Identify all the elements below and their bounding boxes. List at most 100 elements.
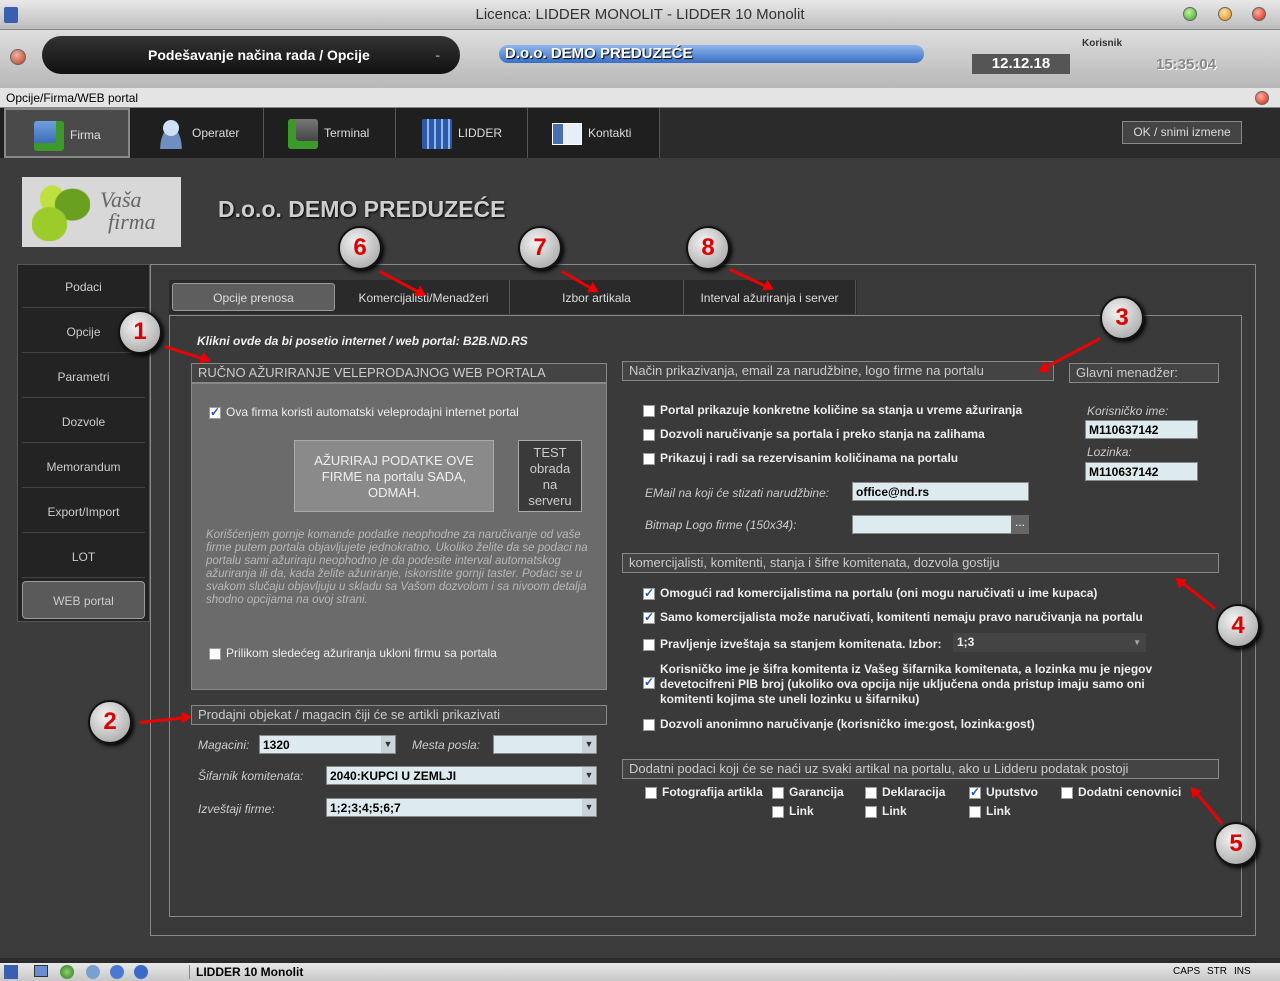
- tray-app-icon[interactable]: [4, 965, 18, 979]
- manager-user-field[interactable]: M110637142: [1085, 420, 1198, 439]
- report-label: Pravljenje izveštaja sa stanjem komitena…: [660, 637, 942, 651]
- browse-button[interactable]: ...: [1011, 515, 1029, 534]
- taskbar: LIDDER 10 Monolit CAPS STR INS: [0, 963, 1280, 981]
- mesta-posla-label: Mesta posla:: [412, 738, 481, 752]
- manual-checkbox[interactable]: Uputstvo: [969, 785, 1038, 799]
- checkbox-box: [969, 785, 981, 799]
- building-check-icon: [34, 120, 64, 151]
- manual-link-checkbox[interactable]: Link: [969, 804, 1011, 818]
- warranty-checkbox[interactable]: Garancija: [772, 785, 844, 799]
- tab-lidder[interactable]: LIDDER: [396, 108, 528, 158]
- annotation-marker-5: 5: [1214, 822, 1258, 866]
- annotation-marker-7: 7: [518, 226, 562, 270]
- tab-kontakti[interactable]: Kontakti: [528, 108, 660, 158]
- izvestaji-value: 1;2;3;4;5;6;7: [330, 801, 401, 815]
- company-title: D.o.o. DEMO PREDUZEĆE: [218, 196, 506, 222]
- subtab-opcije-prenosa[interactable]: Opcije prenosa: [172, 283, 335, 311]
- close-icon[interactable]: [1252, 7, 1266, 21]
- sidebar-item-export-import[interactable]: Export/Import: [22, 491, 145, 533]
- tab-operater[interactable]: Operater: [130, 108, 264, 158]
- checkbox-box: [772, 805, 784, 818]
- date-display: 12.12.18: [972, 54, 1070, 74]
- user-label: Korisnik: [1082, 38, 1123, 49]
- mesta-posla-select[interactable]: ▼: [493, 735, 597, 754]
- price-lists-checkbox[interactable]: Dodatni cenovnici: [1061, 785, 1181, 799]
- update-now-button[interactable]: AŽURIRAJ PODATKE OVE FIRME na portalu SA…: [294, 440, 494, 512]
- annotation-marker-6: 6: [338, 226, 382, 270]
- annotation-marker-8: 8: [686, 226, 730, 270]
- tab-kontakti-label: Kontakti: [588, 126, 632, 140]
- checkbox-box: [645, 786, 657, 799]
- manual-note: Korišćenjem gornje komande podatke neoph…: [206, 529, 588, 606]
- logo-text-2: firma: [108, 209, 156, 234]
- magacini-select[interactable]: 1320 ▼: [259, 735, 396, 754]
- warranty-link-checkbox[interactable]: Link: [772, 804, 814, 818]
- tray-check-icon[interactable]: [110, 965, 124, 979]
- anonymous-label: Dozvoli anonimno naručivanje (korisničko…: [660, 717, 1035, 731]
- report-checkbox[interactable]: Pravljenje izveštaja sa stanjem komitena…: [643, 637, 941, 651]
- auto-portal-checkbox[interactable]: Ova firma koristi automatski veleprodajn…: [209, 405, 519, 419]
- declaration-link-label: Link: [882, 804, 907, 818]
- taskbar-caps: CAPS: [1173, 966, 1201, 977]
- minimize-icon[interactable]: [1183, 7, 1197, 21]
- checkbox-box: [643, 610, 655, 624]
- display-title: Način prikazivanja, email za narudžbine,…: [622, 361, 1054, 381]
- only-comm-checkbox[interactable]: Samo komercijalista može naručivati, kom…: [643, 610, 1143, 624]
- tab-terminal[interactable]: Terminal: [264, 108, 396, 158]
- annotation-marker-1: 1: [118, 310, 162, 354]
- declaration-label: Deklaracija: [882, 785, 946, 799]
- sidebar-item-parametri[interactable]: Parametri: [22, 356, 145, 398]
- annotation-marker-3: 3: [1100, 296, 1144, 340]
- sifarnik-select[interactable]: 2040:KUPCI U ZEMLJI ▼: [326, 766, 597, 785]
- maximize-icon[interactable]: [1218, 7, 1232, 21]
- tray-window-icon[interactable]: [34, 965, 48, 977]
- declaration-link-checkbox[interactable]: Link: [865, 804, 907, 818]
- manager-pass-field[interactable]: M110637142: [1085, 462, 1198, 481]
- pib-login-checkbox[interactable]: Korisničko ime je šifra komitenta iz Vaš…: [643, 662, 1163, 707]
- anonymous-checkbox[interactable]: Dozvoli anonimno naručivanje (korisničko…: [643, 717, 1035, 731]
- top-bar: Podešavanje načina rada / Opcije - D.o.o.…: [0, 30, 1280, 88]
- test-server-button[interactable]: TEST obrada na serveru: [518, 440, 582, 512]
- taskbar-str: STR: [1207, 966, 1227, 977]
- sidebar-item-memorandum[interactable]: Memorandum: [22, 446, 145, 488]
- sidebar-item-web-portal[interactable]: WEB portal: [22, 581, 145, 619]
- magacini-value: 1320: [263, 738, 290, 752]
- sub-window-title-text: Opcije/Firma/WEB portal: [6, 91, 139, 105]
- photo-checkbox[interactable]: Fotografija artikla: [645, 785, 763, 799]
- tray-user-icon[interactable]: [86, 965, 100, 979]
- izvestaji-label: Izveštaji firme:: [198, 802, 275, 816]
- email-field[interactable]: office@nd.rs: [852, 482, 1029, 501]
- annotation-marker-2: 2: [88, 700, 132, 744]
- bitmap-field[interactable]: [852, 515, 1029, 534]
- taskbar-ins: INS: [1234, 966, 1251, 977]
- email-label: EMail na koji će stizati narudžbine:: [645, 486, 830, 500]
- tray-info-icon[interactable]: [134, 965, 148, 979]
- declaration-checkbox[interactable]: Deklaracija: [865, 785, 945, 799]
- taskbar-app[interactable]: LIDDER 10 Monolit: [189, 965, 303, 979]
- logo-leaf-icon: [32, 185, 90, 241]
- izvestaji-select[interactable]: 1;2;3;4;5;6;7 ▼: [326, 798, 597, 817]
- sidebar-item-podaci[interactable]: Podaci: [22, 266, 145, 308]
- sidebar-item-dozvole[interactable]: Dozvole: [22, 401, 145, 443]
- portal-link[interactable]: Klikni ovde da bi posetio internet / web…: [197, 334, 528, 348]
- checkbox-box: [1061, 786, 1073, 799]
- warranty-label: Garancija: [789, 785, 844, 799]
- app-icon: [4, 7, 18, 23]
- sifarnik-label: Šifarnik komitenata:: [198, 769, 304, 783]
- power-icon[interactable]: [10, 49, 26, 65]
- subwindow-close-icon[interactable]: [1255, 91, 1269, 105]
- reserved-quantities-checkbox[interactable]: Prikazuj i radi sa rezervisanim količina…: [643, 451, 958, 465]
- remove-firm-checkbox[interactable]: Prilikom sledećeg ažuriranja ukloni firm…: [209, 646, 497, 660]
- sidebar-item-lot[interactable]: LOT: [22, 536, 145, 578]
- reserved-quantities-label: Prikazuj i radi sa rezervisanim količina…: [660, 451, 959, 465]
- enable-comm-checkbox[interactable]: Omogući rad komercijalistima na portalu …: [643, 586, 1097, 600]
- tray-globe-icon[interactable]: [60, 965, 74, 979]
- bitmap-label: Bitmap Logo firme (150x34):: [645, 518, 797, 532]
- allow-overstock-checkbox[interactable]: Dozvoli naručivanje sa portala i preko s…: [643, 427, 985, 441]
- ok-save-button[interactable]: OK / snimi izmene: [1122, 121, 1242, 144]
- checkbox-box: [643, 675, 655, 689]
- sifarnik-value: 2040:KUPCI U ZEMLJI: [330, 769, 457, 783]
- report-select[interactable]: 1;3 ▼: [953, 633, 1146, 652]
- tab-firma[interactable]: Firma: [4, 108, 130, 158]
- show-quantities-checkbox[interactable]: Portal prikazuje konkretne količine sa s…: [643, 403, 1022, 417]
